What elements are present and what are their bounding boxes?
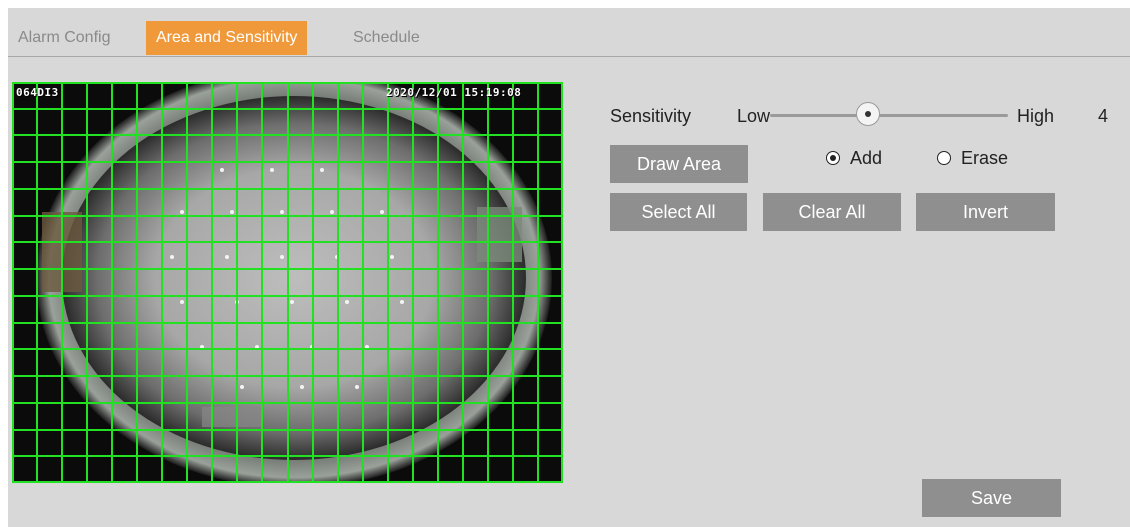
save-button[interactable]: Save: [922, 479, 1061, 517]
osd-camera-name: 064DI3: [16, 86, 59, 99]
osd-timestamp: 2020/12/01 15:19:08: [386, 86, 522, 99]
add-radio-label[interactable]: Add: [850, 148, 882, 169]
sensitivity-value: 4: [1098, 106, 1109, 126]
erase-radio[interactable]: [937, 151, 951, 165]
sensitivity-high-label: High: [1017, 106, 1055, 126]
sensitivity-slider-thumb[interactable]: [856, 102, 880, 126]
add-radio[interactable]: [826, 151, 840, 165]
sensitivity-low-label: Low: [737, 106, 771, 126]
camera-preview[interactable]: 064DI3 2020/12/01 15:19:08: [12, 82, 563, 483]
clear-all-button[interactable]: Clear All: [763, 193, 901, 231]
invert-button[interactable]: Invert: [916, 193, 1055, 231]
sensitivity-label: Sensitivity: [610, 106, 692, 126]
tab-bar: Alarm Config Area and Sensitivity Schedu…: [8, 8, 1130, 57]
select-all-button[interactable]: Select All: [610, 193, 747, 231]
erase-radio-label[interactable]: Erase: [961, 148, 1008, 169]
fisheye-image: [12, 82, 563, 483]
tab-schedule[interactable]: Schedule: [343, 21, 430, 55]
tab-alarm-config[interactable]: Alarm Config: [8, 21, 120, 55]
tab-area-and-sensitivity[interactable]: Area and Sensitivity: [146, 21, 308, 55]
sensitivity-slider[interactable]: [770, 114, 1008, 117]
draw-area-button[interactable]: Draw Area: [610, 145, 748, 183]
